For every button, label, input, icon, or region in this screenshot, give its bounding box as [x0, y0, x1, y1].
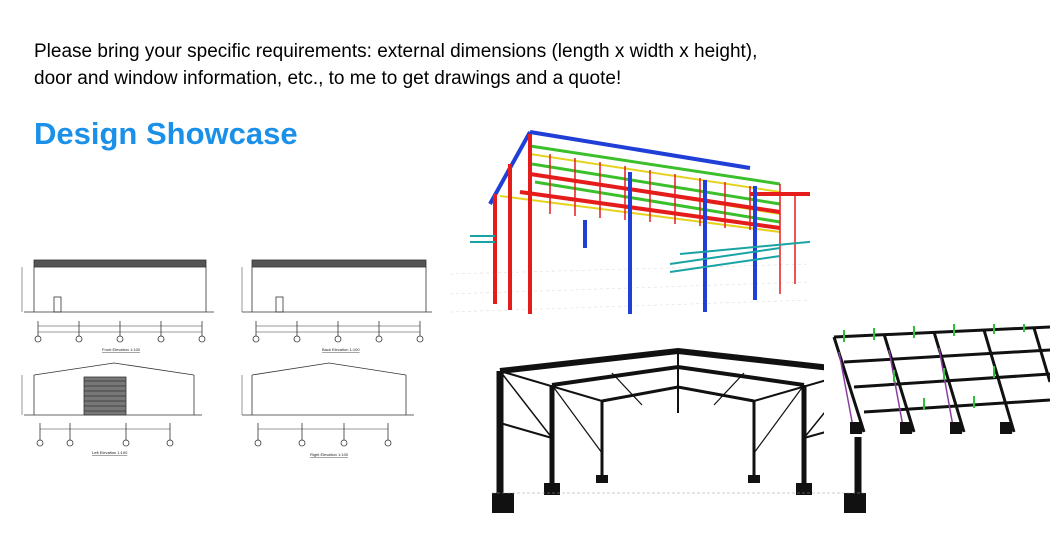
front-elevation-label: Front Elevation 1:100: [102, 347, 141, 352]
intro-line-1: Please bring your specific requirements:…: [34, 41, 758, 62]
front-elevation-drawing: [21, 259, 214, 343]
intro-text: Please bring your specific requirements:…: [34, 38, 934, 92]
page-title: Design Showcase: [34, 116, 298, 151]
left-elevation-drawing: [21, 362, 202, 447]
back-elevation-label: Back Elevation 1:100: [322, 347, 360, 352]
intro-line-2: door and window information, etc., to me…: [34, 68, 622, 89]
right-elevation-drawing: [241, 362, 414, 447]
right-elevation-label: Right Elevation 1:100: [310, 452, 349, 457]
analysis-frame-render: [824, 322, 1050, 437]
black-frame-render: [492, 343, 866, 514]
elevation-drawings: Front Elevation 1:100 Back Elevation 1:1…: [21, 259, 432, 457]
color-3d-frame-render: [450, 124, 810, 320]
back-elevation-drawing: [241, 259, 432, 343]
left-elevation-label: Left Elevation 1:100: [92, 450, 128, 455]
